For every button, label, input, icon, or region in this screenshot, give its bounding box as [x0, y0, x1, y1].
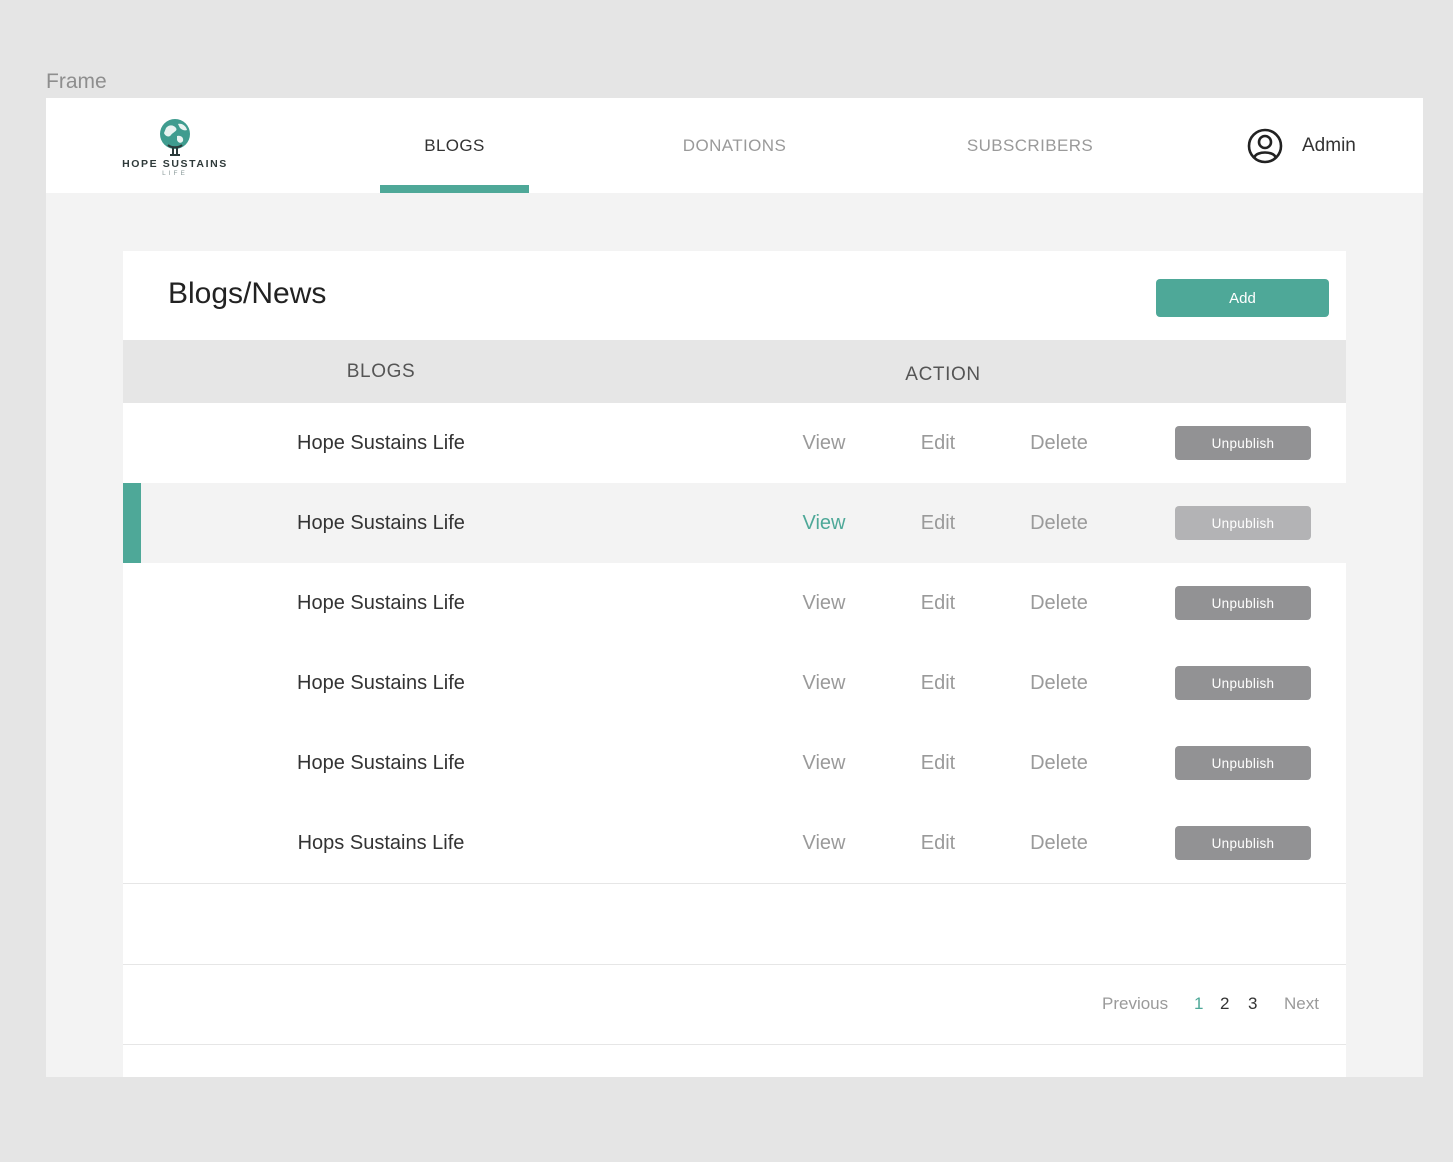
- user-menu[interactable]: Admin: [1246, 126, 1356, 166]
- edit-link[interactable]: Edit: [905, 483, 971, 563]
- add-button[interactable]: Add: [1156, 279, 1329, 317]
- delete-link[interactable]: Delete: [1019, 643, 1099, 723]
- table-row-selected: Hope Sustains Life View Edit Delete Unpu…: [123, 483, 1346, 564]
- view-link[interactable]: View: [791, 563, 857, 643]
- table-row: Hops Sustains Life View Edit Delete Unpu…: [123, 803, 1346, 884]
- tab-subscribers[interactable]: SUBSCRIBERS: [950, 98, 1110, 193]
- brand-logo[interactable]: HOPE SUSTAINS LIFE: [120, 118, 230, 180]
- tab-donations-label: DONATIONS: [682, 135, 787, 155]
- blog-title: Hope Sustains Life: [297, 511, 465, 534]
- delete-link[interactable]: Delete: [1019, 403, 1099, 483]
- tab-blogs-label: BLOGS: [424, 135, 485, 155]
- blog-title: Hops Sustains Life: [297, 831, 465, 854]
- blog-title: Hope Sustains Life: [297, 671, 465, 694]
- column-header-action: ACTION: [905, 363, 981, 385]
- view-link[interactable]: View: [791, 483, 857, 563]
- pagination-page-3[interactable]: 3: [1248, 964, 1257, 1044]
- active-tab-indicator: [380, 185, 529, 193]
- pagination: Previous 1 2 3 Next: [123, 964, 1346, 1045]
- edit-link[interactable]: Edit: [905, 403, 971, 483]
- brand-tagline: LIFE: [162, 170, 188, 177]
- edit-link[interactable]: Edit: [905, 563, 971, 643]
- pagination-page-2[interactable]: 2: [1220, 964, 1229, 1044]
- delete-link[interactable]: Delete: [1019, 803, 1099, 883]
- globe-tree-icon: [160, 119, 190, 156]
- column-header-blogs: BLOGS: [346, 360, 416, 382]
- edit-link[interactable]: Edit: [905, 723, 971, 803]
- delete-link[interactable]: Delete: [1019, 563, 1099, 643]
- table-row: Hope Sustains Life View Edit Delete Unpu…: [123, 723, 1346, 804]
- pagination-previous[interactable]: Previous: [1102, 964, 1168, 1044]
- frame-label: Frame: [46, 70, 107, 93]
- unpublish-button[interactable]: Unpublish: [1175, 506, 1311, 540]
- unpublish-button[interactable]: Unpublish: [1175, 586, 1311, 620]
- edit-link[interactable]: Edit: [905, 643, 971, 723]
- unpublish-button[interactable]: Unpublish: [1175, 746, 1311, 780]
- user-name: Admin: [1302, 135, 1356, 156]
- tab-subscribers-label: SUBSCRIBERS: [966, 135, 1094, 155]
- delete-link[interactable]: Delete: [1019, 483, 1099, 563]
- table-row: Hope Sustains Life View Edit Delete Unpu…: [123, 403, 1346, 484]
- pagination-next[interactable]: Next: [1284, 964, 1319, 1044]
- blog-title: Hope Sustains Life: [297, 591, 465, 614]
- tab-donations[interactable]: DONATIONS: [660, 98, 809, 193]
- unpublish-button[interactable]: Unpublish: [1175, 426, 1311, 460]
- brand-name: HOPE SUSTAINS: [122, 158, 228, 170]
- blog-title: Hope Sustains Life: [297, 431, 465, 454]
- view-link[interactable]: View: [791, 403, 857, 483]
- view-link[interactable]: View: [791, 643, 857, 723]
- edit-link[interactable]: Edit: [905, 803, 971, 883]
- table-row: Hope Sustains Life View Edit Delete Unpu…: [123, 643, 1346, 724]
- top-nav-bar: HOPE SUSTAINS LIFE BLOGS DONATIONS SUBSC…: [46, 98, 1423, 193]
- app-frame: HOPE SUSTAINS LIFE BLOGS DONATIONS SUBSC…: [46, 98, 1423, 1077]
- user-circle-icon: [1247, 128, 1283, 164]
- tab-blogs[interactable]: BLOGS: [380, 98, 529, 193]
- blogs-card: Blogs/News Add BLOGS ACTION Hope Sustain…: [123, 251, 1346, 1077]
- pagination-page-1[interactable]: 1: [1194, 964, 1203, 1044]
- selected-row-marker: [123, 483, 141, 563]
- delete-link[interactable]: Delete: [1019, 723, 1099, 803]
- blog-title: Hope Sustains Life: [297, 751, 465, 774]
- view-link[interactable]: View: [791, 803, 857, 883]
- unpublish-button[interactable]: Unpublish: [1175, 826, 1311, 860]
- view-link[interactable]: View: [791, 723, 857, 803]
- table-header: BLOGS ACTION: [123, 340, 1346, 403]
- page-title: Blogs/News: [168, 277, 327, 310]
- empty-table-row: [123, 884, 1346, 965]
- table-row: Hope Sustains Life View Edit Delete Unpu…: [123, 563, 1346, 644]
- unpublish-button[interactable]: Unpublish: [1175, 666, 1311, 700]
